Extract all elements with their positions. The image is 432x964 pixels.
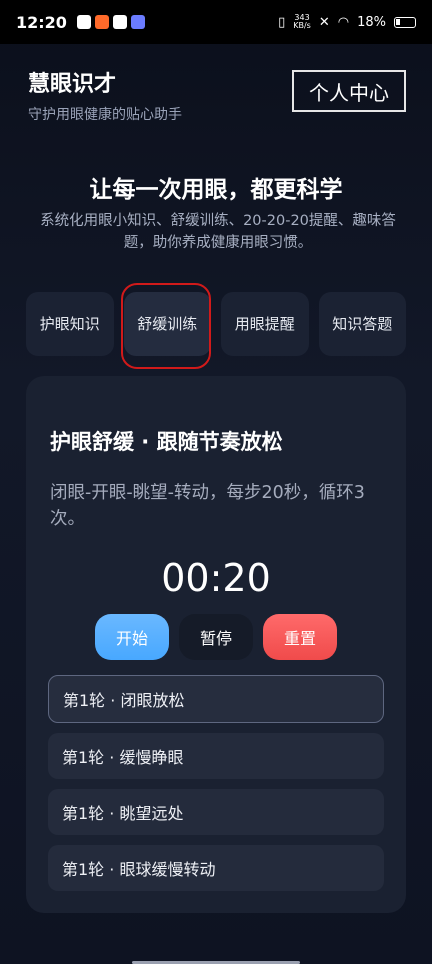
hero-description: 系统化用眼小知识、舒缓训练、20-20-20提醒、趣味答题，助你养成健康用眼习惯… [40, 213, 396, 251]
profile-button[interactable]: 个人中心 [292, 70, 406, 112]
step-item[interactable]: 第1轮 · 眼球缓慢转动 [48, 845, 384, 891]
battery-percent: 18% [357, 14, 386, 30]
training-title: 护眼舒缓 · 跟随节奏放松 [50, 430, 283, 454]
tab-quiz[interactable]: 知识答题 [318, 292, 406, 356]
step-list: 第1轮 · 闭眼放松 第1轮 · 缓慢睁眼 第1轮 · 眺望远处 第1轮 · 眼… [48, 675, 384, 901]
start-button[interactable]: 开始 [95, 614, 169, 660]
notification-icons [76, 15, 145, 29]
feature-tabs: 护眼知识 舒缓训练 用眼提醒 知识答题 [26, 292, 406, 356]
video-notification-icon [130, 15, 145, 29]
hero-title: 让每一次用眼，都更科学 [89, 177, 343, 203]
status-right: ▯ 343 KB/s ✕ ◠ 18% [278, 14, 416, 30]
reset-button[interactable]: 重置 [263, 614, 337, 660]
wifi-icon: ◠ [337, 14, 350, 30]
step-item[interactable]: 第1轮 · 眺望远处 [48, 789, 384, 835]
shop-notification-icon [94, 15, 109, 29]
network-speed: 343 KB/s [293, 13, 311, 30]
status-bar: 12:20 ▯ 343 KB/s ✕ ◠ 18% [0, 0, 432, 44]
step-item[interactable]: 第1轮 · 缓慢睁眼 [48, 733, 384, 779]
training-card: 护眼舒缓 · 跟随节奏放松 闭眼-开眼-眺望-转动，每步20秒，循环3次。 00… [26, 376, 406, 913]
training-description: 闭眼-开眼-眺望-转动，每步20秒，循环3次。 [50, 483, 365, 529]
tab-relax-training[interactable]: 舒缓训练 [123, 292, 211, 356]
pause-button[interactable]: 暂停 [179, 614, 253, 660]
app-header: 慧眼识才 守护用眼健康的贴心助手 个人中心 [28, 66, 406, 123]
step-item-current[interactable]: 第1轮 · 闭眼放松 [48, 675, 384, 723]
mail-notification-icon [112, 15, 127, 29]
status-time: 12:20 [16, 12, 67, 32]
countdown-timer: 00:20 [161, 556, 271, 600]
tab-eye-knowledge[interactable]: 护眼知识 [26, 292, 114, 356]
no-sim-icon: ✕ [318, 14, 330, 30]
timer-controls: 开始 暂停 重置 [26, 614, 406, 660]
vibrate-icon: ▯ [278, 14, 286, 30]
tab-eye-reminder[interactable]: 用眼提醒 [221, 292, 309, 356]
app-notification-icon [76, 15, 91, 29]
battery-icon [394, 16, 416, 28]
